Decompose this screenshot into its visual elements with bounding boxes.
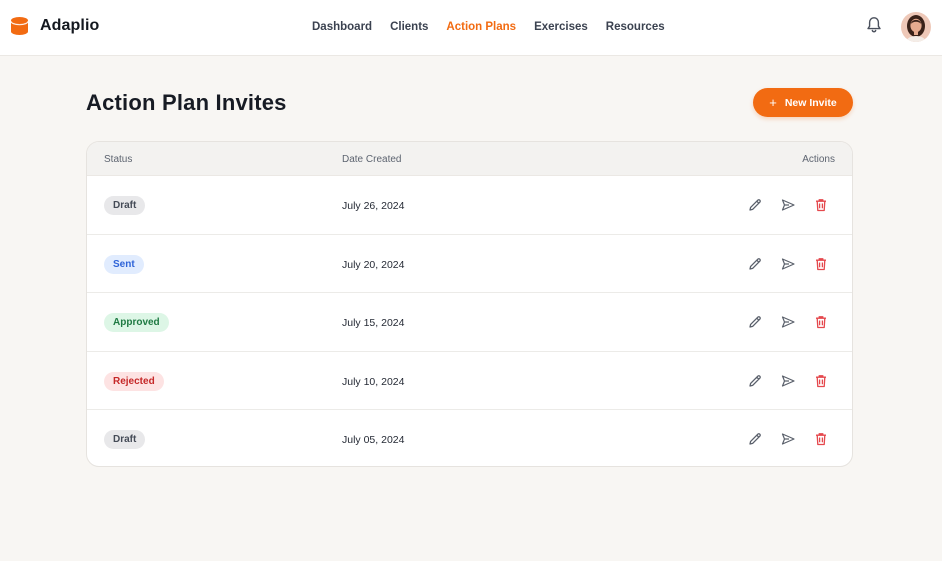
column-header-actions: Actions — [802, 154, 835, 165]
bell-icon[interactable] — [866, 16, 882, 34]
invites-table: Status Date Created Actions Draft July 2… — [86, 141, 853, 467]
table-row: Approved July 15, 2024 — [87, 293, 852, 352]
status-badge: Draft — [104, 196, 146, 215]
plus-icon: + — [769, 95, 777, 110]
nav-item-exercises[interactable]: Exercises — [534, 19, 588, 35]
new-invite-button[interactable]: + New Invite — [753, 88, 853, 117]
edit-icon[interactable] — [747, 431, 763, 447]
table-row: Draft July 05, 2024 — [87, 410, 852, 466]
edit-icon[interactable] — [747, 256, 763, 272]
date-created: July 05, 2024 — [342, 434, 405, 446]
nav-item-clients[interactable]: Clients — [390, 19, 428, 35]
status-badge: Approved — [104, 313, 169, 332]
delete-icon[interactable] — [813, 373, 829, 389]
table-row: Sent July 20, 2024 — [87, 235, 852, 293]
avatar-image — [901, 12, 931, 42]
nav-item-resources[interactable]: Resources — [606, 19, 665, 35]
status-badge: Sent — [104, 254, 144, 274]
send-icon[interactable] — [780, 314, 796, 330]
send-icon[interactable] — [780, 197, 796, 213]
logo-icon — [10, 17, 29, 35]
date-created: July 26, 2024 — [342, 200, 405, 212]
brand[interactable]: Adaplio — [10, 16, 99, 36]
delete-icon[interactable] — [813, 431, 829, 447]
top-navigation-bar: Adaplio Dashboard Clients Action Plans E… — [0, 0, 942, 56]
page-title: Action Plan Invites — [86, 90, 287, 115]
date-created: July 10, 2024 — [342, 375, 405, 388]
status-badge: Rejected — [104, 371, 164, 391]
main-nav: Dashboard Clients Action Plans Exercises… — [312, 19, 683, 35]
column-header-date-created: Date Created — [342, 154, 402, 165]
delete-icon[interactable] — [813, 314, 829, 330]
column-header-status: Status — [104, 154, 133, 165]
send-icon[interactable] — [780, 373, 796, 389]
delete-icon[interactable] — [813, 256, 829, 272]
edit-icon[interactable] — [747, 373, 763, 389]
edit-icon[interactable] — [747, 314, 763, 330]
table-header: Status Date Created Actions — [87, 142, 852, 176]
send-icon[interactable] — [780, 431, 796, 447]
table-row: Rejected July 10, 2024 — [87, 352, 852, 410]
nav-item-dashboard[interactable]: Dashboard — [312, 19, 372, 35]
table-row: Draft July 26, 2024 — [87, 176, 852, 235]
app-name: Adaplio — [40, 17, 100, 34]
date-created: July 20, 2024 — [342, 258, 405, 271]
nav-item-action-plans[interactable]: Action Plans — [446, 19, 516, 35]
delete-icon[interactable] — [813, 197, 829, 213]
status-badge: Draft — [104, 430, 146, 449]
send-icon[interactable] — [780, 256, 796, 272]
date-created: July 15, 2024 — [342, 317, 405, 329]
new-invite-label: New Invite — [784, 96, 837, 109]
edit-icon[interactable] — [747, 197, 763, 213]
user-avatar[interactable] — [901, 12, 931, 42]
